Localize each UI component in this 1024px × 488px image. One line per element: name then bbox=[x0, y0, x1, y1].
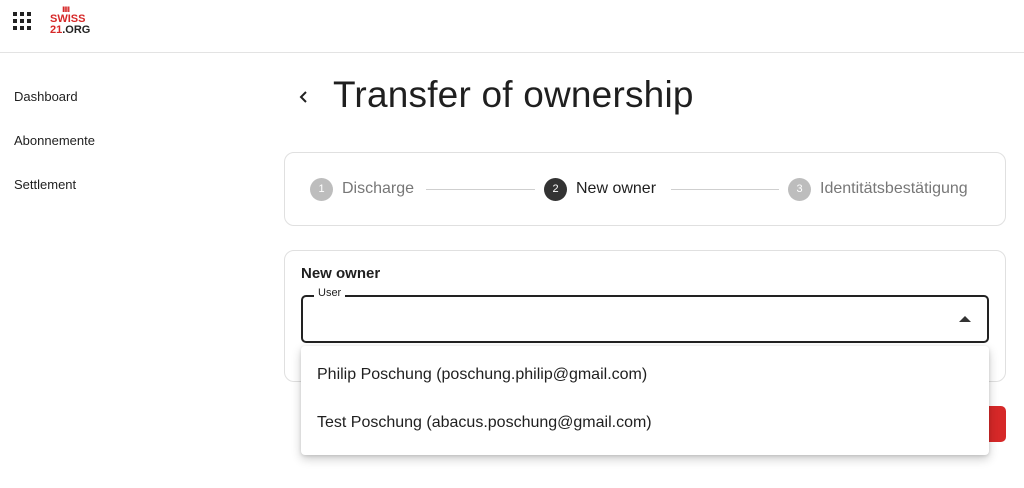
sidebar-item-abonnemente[interactable]: Abonnemente bbox=[14, 133, 95, 148]
user-select[interactable]: User bbox=[301, 287, 989, 343]
sidebar-item-settlement[interactable]: Settlement bbox=[14, 177, 76, 192]
dropdown-option-philip-poschung[interactable]: Philip Poschung (poschung.philip@gmail.c… bbox=[301, 352, 989, 398]
step-label: Identitätsbestätigung bbox=[820, 180, 968, 197]
step-connector bbox=[671, 189, 779, 190]
step-new-owner[interactable]: 2 New owner bbox=[544, 177, 656, 201]
logo[interactable]: ıııı SWISS 21.ORG bbox=[50, 4, 110, 38]
dropdown-option-test-poschung[interactable]: Test Poschung (abacus.poschung@gmail.com… bbox=[301, 400, 989, 446]
top-bar: ıııı SWISS 21.ORG bbox=[0, 0, 1024, 53]
step-number: 1 bbox=[310, 177, 333, 201]
chevron-left-icon bbox=[299, 91, 307, 103]
step-label: New owner bbox=[576, 180, 657, 197]
logo-line-2: 21.ORG bbox=[50, 24, 91, 36]
page-title: Transfer of ownership bbox=[333, 74, 694, 115]
step-label: Discharge bbox=[342, 180, 415, 197]
user-dropdown-menu: Philip Poschung (poschung.philip@gmail.c… bbox=[301, 346, 989, 455]
step-number: 2 bbox=[544, 177, 567, 201]
user-field-label: User bbox=[314, 287, 346, 299]
back-button[interactable] bbox=[293, 86, 315, 108]
step-discharge[interactable]: 1 Discharge bbox=[310, 177, 414, 201]
step-connector bbox=[426, 189, 535, 190]
section-title: New owner bbox=[301, 265, 381, 282]
caret-up-icon[interactable] bbox=[959, 316, 971, 322]
grid-icon[interactable] bbox=[13, 12, 31, 30]
sidebar-item-dashboard[interactable]: Dashboard bbox=[14, 89, 78, 104]
stepper: 1 Discharge 2 New owner 3 Identitätsbest… bbox=[284, 152, 1006, 226]
step-identity[interactable]: 3 Identitätsbestätigung bbox=[788, 177, 968, 201]
step-number: 3 bbox=[788, 177, 811, 201]
